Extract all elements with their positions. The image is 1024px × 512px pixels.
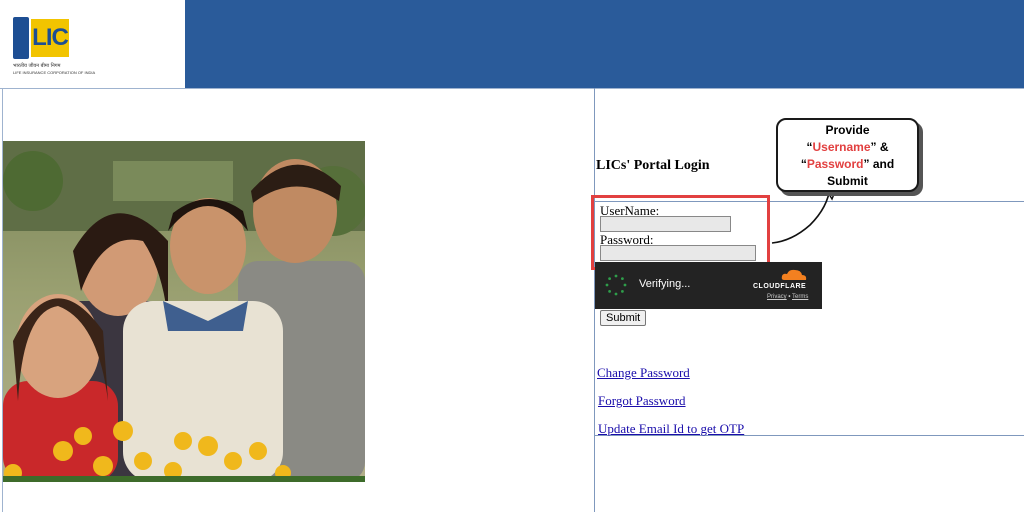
privacy-link[interactable]: Privacy xyxy=(767,294,787,300)
separator: • xyxy=(788,294,791,300)
family-photo xyxy=(3,141,365,482)
change-password-link[interactable]: Change Password xyxy=(597,365,690,381)
logo-area: LIC भारतीय जीवन बीमा निगम LIFE INSURANCE… xyxy=(0,0,185,88)
cloudflare-brand: CLOUDFLARE xyxy=(753,283,807,290)
captcha-links: Privacy • Terms xyxy=(767,294,808,300)
logo-hindi-text: भारतीय जीवन बीमा निगम xyxy=(13,63,61,69)
logo-text: LIC xyxy=(31,19,69,57)
family-photo-illustration xyxy=(3,141,365,482)
header-bar xyxy=(185,0,1024,88)
forgot-password-link[interactable]: Forgot Password xyxy=(598,393,686,409)
update-email-link[interactable]: Update Email Id to get OTP xyxy=(598,421,744,437)
highlight-box xyxy=(591,195,770,270)
portal-login-title: LICs' Portal Login xyxy=(596,158,710,173)
cloudflare-cloud-icon xyxy=(781,269,807,280)
callout-line: “Password” and xyxy=(800,157,895,171)
divider xyxy=(0,88,1024,89)
instruction-callout: Provide “Username” & “Password” and Subm… xyxy=(776,118,919,192)
callout-username: Username xyxy=(812,140,871,154)
submit-button[interactable]: Submit xyxy=(600,310,647,326)
lic-emblem-icon xyxy=(13,17,29,59)
callout-line: Provide xyxy=(825,123,870,137)
callout-line: Submit xyxy=(827,174,868,188)
captcha-status: Verifying... xyxy=(639,278,691,290)
callout-password: Password xyxy=(806,157,864,171)
logo-english-text: LIFE INSURANCE CORPORATION OF INDIA xyxy=(13,70,96,75)
spinner-icon xyxy=(605,274,627,296)
terms-link[interactable]: Terms xyxy=(792,294,808,300)
lic-logo: LIC xyxy=(13,17,69,59)
captcha-widget[interactable]: Verifying... CLOUDFLARE Privacy • Terms xyxy=(595,262,822,309)
callout-arrow xyxy=(771,186,838,244)
callout-line: “Username” & xyxy=(806,140,889,154)
